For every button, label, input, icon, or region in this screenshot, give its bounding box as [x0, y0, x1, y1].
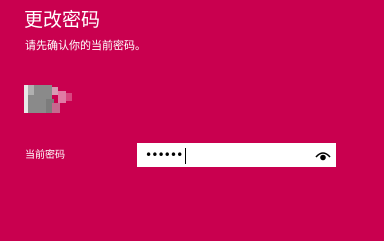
text-caret — [185, 148, 186, 164]
page-title: 更改密码 — [24, 9, 101, 31]
current-password-field[interactable]: •••••• — [137, 143, 336, 167]
current-password-value: •••••• — [145, 148, 183, 162]
current-password-label: 当前密码 — [25, 150, 65, 161]
avatar — [24, 81, 88, 117]
eye-icon[interactable] — [314, 148, 332, 164]
subtitle: 请先确认你的当前密码。 — [25, 39, 146, 52]
